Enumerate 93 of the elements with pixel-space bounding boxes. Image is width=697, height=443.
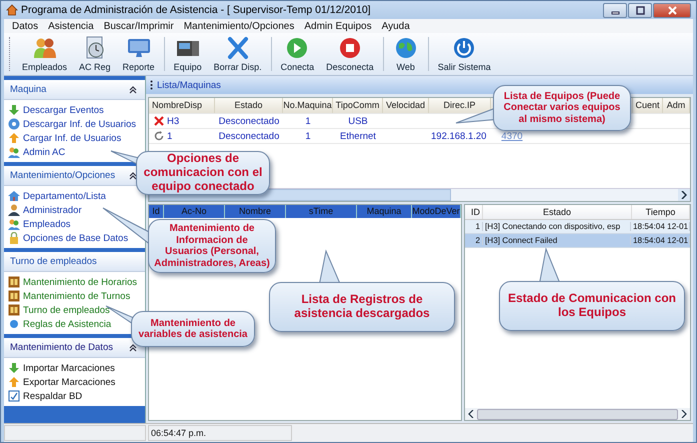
dot-icon bbox=[8, 318, 20, 330]
app-icon bbox=[6, 4, 18, 16]
log-row[interactable]: 2 [H3] Connect Failed 18:54:04 12-01 bbox=[465, 234, 690, 248]
table-cell: 192.168.1.20 bbox=[431, 130, 486, 142]
column-header[interactable]: ID bbox=[465, 205, 483, 219]
callout-tooltip: Opciones de comunicacion con el equipo conectado bbox=[136, 151, 270, 195]
column-header[interactable]: Estado bbox=[215, 98, 283, 113]
toolbar-button[interactable]: Empleados bbox=[16, 33, 74, 75]
table-cell: Desconectado bbox=[218, 116, 280, 126]
collapse-icon[interactable] bbox=[129, 344, 137, 352]
close-button[interactable] bbox=[653, 2, 691, 18]
calendar-icon bbox=[8, 276, 20, 288]
maximize-icon bbox=[636, 6, 644, 14]
download-icon bbox=[8, 104, 20, 116]
sidebar-item[interactable]: Cargar Inf. de Usuarios bbox=[8, 131, 145, 145]
house-icon bbox=[8, 190, 20, 202]
callout-tooltip: Mantenimiento de variables de asistencia bbox=[131, 311, 255, 347]
upload-icon bbox=[8, 132, 20, 144]
error-icon bbox=[154, 116, 164, 126]
toolbar-button[interactable]: Equipo bbox=[168, 33, 208, 75]
toolbar-button[interactable]: Desconecta bbox=[320, 33, 380, 75]
column-header[interactable]: TipoComm bbox=[333, 98, 383, 113]
people-icon bbox=[32, 36, 58, 60]
maximize-button[interactable] bbox=[628, 2, 652, 18]
calendar-icon bbox=[8, 304, 20, 316]
column-header[interactable]: Estado bbox=[483, 205, 632, 219]
callout-tooltip: Estado de Comunicacion con los Equipos bbox=[499, 281, 685, 331]
minimize-button[interactable] bbox=[603, 2, 627, 18]
menu-item[interactable]: Datos bbox=[7, 20, 44, 32]
sidebar-item[interactable]: Descargar Inf. de Usuarios bbox=[8, 117, 145, 131]
close-icon bbox=[668, 6, 676, 14]
callout-tooltip: Mantenimiento de Informacion de Usuarios (Personal, Administradores, Areas) bbox=[148, 219, 276, 273]
toolbar-button[interactable]: Borrar Disp. bbox=[208, 33, 268, 75]
toolbar-button[interactable]: AC Reg bbox=[73, 33, 117, 75]
menu-item[interactable]: Admin Equipos bbox=[299, 20, 377, 32]
sidebar-item[interactable]: Importar Marcaciones bbox=[8, 361, 145, 375]
menu-item[interactable]: Mantenimiento/Opciones bbox=[178, 20, 300, 32]
sidebar-item[interactable]: Respaldar BD bbox=[8, 389, 145, 403]
sidebar-item[interactable]: Administrador bbox=[8, 203, 145, 217]
menu-item[interactable]: Ayuda bbox=[376, 20, 415, 32]
download-icon bbox=[8, 362, 20, 374]
section-header[interactable]: Turno de empleados bbox=[4, 252, 145, 272]
person-icon bbox=[8, 204, 20, 216]
callout-tooltip: Lista de Registros de asistencia descargados bbox=[269, 282, 455, 332]
calendar-icon bbox=[8, 290, 20, 302]
column-header[interactable]: Adm bbox=[663, 98, 690, 113]
refresh-icon bbox=[154, 131, 164, 141]
menu-item[interactable]: Buscar/Imprimir bbox=[98, 20, 179, 32]
chevron-right-icon bbox=[681, 191, 687, 199]
monitor-icon bbox=[126, 36, 152, 60]
sidebar-item[interactable]: Descargar Eventos bbox=[8, 103, 145, 117]
toolbar-button[interactable]: Conecta bbox=[274, 33, 320, 75]
table-cell: 4370 bbox=[501, 130, 523, 142]
collapse-icon[interactable] bbox=[129, 86, 137, 94]
sidebar-item[interactable]: Mantenimiento de Turnos bbox=[8, 289, 145, 303]
table-cell: 1 bbox=[305, 130, 311, 142]
people-icon bbox=[8, 218, 20, 230]
sidebar-item[interactable]: Mantenimiento de Horarios bbox=[8, 275, 145, 289]
disc-icon bbox=[8, 118, 20, 130]
grip-icon bbox=[150, 80, 153, 90]
sidebar-item[interactable]: Empleados bbox=[8, 217, 145, 231]
toolbar-button[interactable]: Salir Sistema bbox=[432, 33, 497, 75]
table-cell: USB bbox=[348, 116, 368, 126]
section-header[interactable]: Maquina bbox=[4, 80, 145, 100]
panel-title: Lista/Maquinas bbox=[157, 80, 221, 90]
window-title: Programa de Administración de Asistencia - [ Supervisor-Temp 01/12/2010] bbox=[21, 4, 371, 16]
table-cell: 1 bbox=[305, 116, 311, 126]
collapse-icon[interactable] bbox=[129, 172, 137, 180]
column-header[interactable]: Tiempo bbox=[632, 205, 690, 219]
table-cell: 1 bbox=[167, 130, 172, 142]
people-icon bbox=[8, 146, 20, 158]
callout-tooltip: Lista de Equipos (Puede Conectar varios equipos al mismo sistema) bbox=[493, 85, 631, 131]
table-cell: Desconectado bbox=[218, 130, 280, 142]
chevron-left-icon bbox=[468, 410, 474, 418]
document-icon bbox=[8, 390, 20, 402]
status-time: 06:54:47 p.m. bbox=[148, 425, 292, 441]
upload-icon bbox=[8, 376, 20, 388]
lock-icon bbox=[8, 232, 20, 244]
column-header[interactable]: No.Maquina bbox=[283, 98, 333, 113]
sidebar-item[interactable]: Exportar Marcaciones bbox=[8, 375, 145, 389]
chevron-right-icon bbox=[681, 410, 687, 418]
column-header[interactable]: Velocidad bbox=[383, 98, 429, 113]
scroll-right-button[interactable] bbox=[678, 189, 690, 201]
toolbar-button[interactable]: Web bbox=[386, 33, 425, 75]
column-header[interactable]: Cuent bbox=[633, 98, 663, 113]
column-header[interactable]: NombreDisp bbox=[149, 98, 215, 113]
section-header[interactable]: Mantenimiento de Datos bbox=[4, 338, 145, 358]
menu-item[interactable]: Asistencia bbox=[43, 20, 99, 32]
table-cell: H3 bbox=[167, 116, 180, 126]
horizontal-scrollbar[interactable] bbox=[465, 408, 690, 420]
toolbar-button[interactable]: Reporte bbox=[116, 33, 161, 75]
table-cell: Ethernet bbox=[340, 130, 376, 142]
log-row[interactable]: 1 [H3] Conectando con dispositivo, esp 18:54:04 12-01 bbox=[465, 220, 690, 234]
